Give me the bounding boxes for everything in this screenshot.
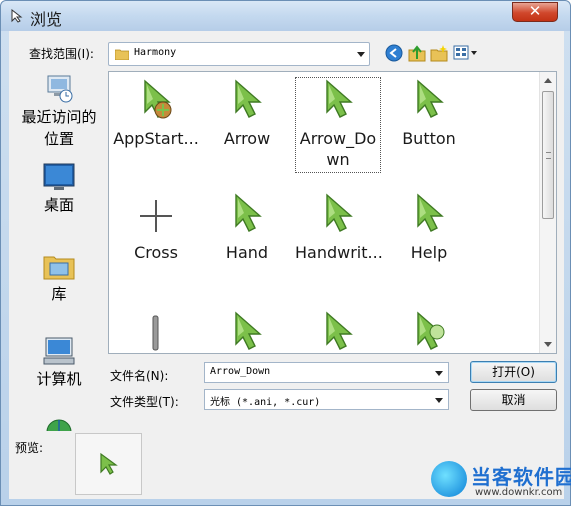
- desktop-icon: [42, 162, 76, 192]
- recent-places-icon: [42, 74, 76, 104]
- cross-cursor-icon: [136, 192, 176, 236]
- chevron-down-icon[interactable]: [435, 398, 443, 403]
- lookin-label: 查找范围(I):: [29, 47, 94, 61]
- file-item[interactable]: Cross: [113, 192, 199, 263]
- help-cursor-icon: [409, 192, 449, 236]
- app-cursor-icon: [11, 9, 23, 23]
- lookin-dropdown[interactable]: Harmony: [108, 42, 370, 66]
- watermark-logo: [431, 461, 467, 497]
- network-icon: [42, 417, 76, 431]
- file-item[interactable]: Arrow: [204, 78, 290, 149]
- file-item[interactable]: Hand: [204, 192, 290, 263]
- handwriting-cursor-icon: [318, 192, 358, 236]
- place-libraries[interactable]: 库: [13, 251, 105, 305]
- close-button[interactable]: ✕: [512, 2, 558, 22]
- scroll-down-icon[interactable]: [544, 342, 552, 347]
- dialog-client: 查找范围(I): Harmony 最近访问的位置 桌面 库 计算机 AppSta…: [9, 31, 564, 499]
- file-item[interactable]: Button: [386, 78, 472, 149]
- preview-pane: [75, 433, 142, 495]
- filetype-select[interactable]: 光标 (*.ani, *.cur): [204, 389, 449, 410]
- filename-field[interactable]: Arrow_Down: [204, 362, 449, 383]
- computer-icon: [42, 336, 76, 366]
- filename-value: Arrow_Down: [210, 366, 271, 377]
- file-list[interactable]: AppStart... Arrow Arrow_Do wn Button Cross Ha…: [108, 71, 557, 354]
- file-item[interactable]: Arrow_Do wn: [295, 77, 381, 173]
- file-item[interactable]: [113, 310, 199, 353]
- folder-icon: [115, 49, 129, 60]
- file-item[interactable]: Help: [386, 192, 472, 263]
- vertical-scrollbar[interactable]: [539, 72, 556, 353]
- back-icon[interactable]: [385, 44, 403, 62]
- file-item-label: AppStart...: [113, 129, 199, 148]
- view-menu-icon[interactable]: [453, 44, 479, 62]
- watermark-url: www.downkr.com: [475, 487, 563, 498]
- watermark: 当客软件园 www.downkr.com: [431, 459, 571, 505]
- libraries-icon: [42, 251, 76, 281]
- watermark-name: 当客软件园: [471, 465, 571, 489]
- file-item-label: Cross: [134, 243, 178, 262]
- file-item[interactable]: AppStart...: [113, 78, 199, 149]
- arrow-cursor-icon: [227, 310, 267, 353]
- file-item-label: Arrow: [223, 129, 271, 148]
- arrow-down-cursor-icon: [318, 78, 358, 122]
- filetype-label: 文件类型(T):: [110, 395, 179, 409]
- place-label: 库: [51, 285, 67, 303]
- place-label: 计算机: [36, 370, 82, 388]
- window-title: 浏览: [30, 10, 63, 29]
- arrow-cursor-icon: [318, 310, 358, 353]
- file-item-label: Hand: [225, 243, 269, 262]
- chevron-down-icon[interactable]: [435, 371, 443, 376]
- filename-label: 文件名(N):: [110, 369, 169, 383]
- preview-label: 预览:: [15, 441, 44, 455]
- scroll-up-icon[interactable]: [544, 78, 552, 83]
- file-item[interactable]: Handwrit...: [295, 192, 383, 263]
- place-computer[interactable]: 计算机: [13, 336, 105, 390]
- place-desktop[interactable]: 桌面: [13, 162, 105, 216]
- open-button[interactable]: 打开(O): [470, 361, 557, 383]
- ibeam-cursor-icon: [136, 310, 176, 353]
- file-item[interactable]: [295, 310, 381, 353]
- place-label: 桌面: [43, 196, 74, 214]
- up-folder-icon[interactable]: [408, 44, 426, 62]
- browse-dialog: 浏览 ✕ 查找范围(I): Harmony 最近访问的位置 桌面 库 计算机 A…: [0, 0, 571, 506]
- place-recent[interactable]: 最近访问的位置: [13, 74, 105, 150]
- hand-cursor-icon: [227, 192, 267, 236]
- file-item-label: Help: [410, 243, 448, 262]
- new-folder-icon[interactable]: [430, 44, 448, 62]
- busy-cursor-icon: [409, 310, 449, 353]
- arrow-cursor-icon: [227, 78, 267, 122]
- lookin-value: Harmony: [134, 47, 177, 58]
- place-label: 最近访问的位置: [21, 108, 97, 148]
- button-cursor-icon: [409, 78, 449, 122]
- file-item-label: Arrow_Do wn: [299, 129, 377, 169]
- cancel-button[interactable]: 取消: [470, 389, 557, 411]
- preview-cursor-icon: [100, 452, 118, 475]
- appstarting-cursor-icon: [136, 78, 176, 122]
- file-item[interactable]: [204, 310, 290, 353]
- place-network[interactable]: [13, 417, 105, 431]
- title-bar[interactable]: 浏览 ✕: [1, 1, 570, 31]
- chevron-down-icon[interactable]: [357, 52, 365, 57]
- filetype-value: 光标 (*.ani, *.cur): [210, 397, 321, 408]
- file-item[interactable]: [386, 310, 472, 353]
- file-item-label: Button: [402, 129, 456, 148]
- file-item-label: Handwrit...: [295, 243, 383, 262]
- scroll-thumb[interactable]: [542, 91, 554, 219]
